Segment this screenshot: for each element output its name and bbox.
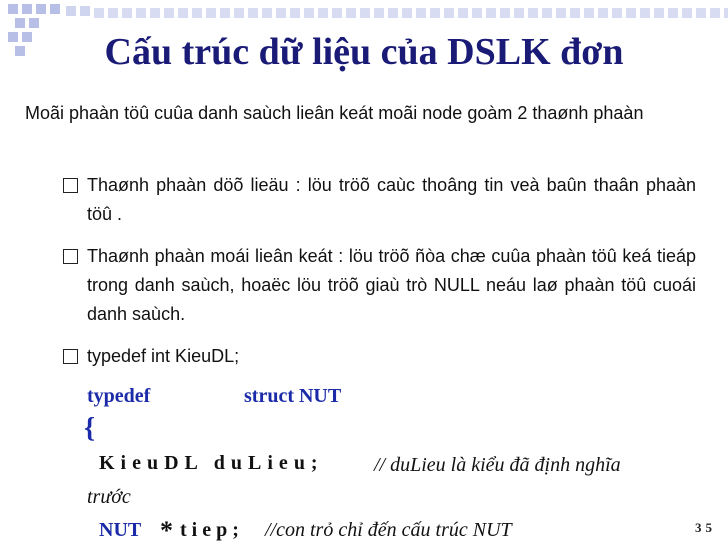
bullet-box-icon: [63, 178, 78, 193]
bullet-item: typedef int KieuDL;: [63, 342, 696, 371]
code-type-nut: NUT: [99, 519, 142, 541]
code-comment-tiep: //con trỏ chỉ đến cấu trúc NUT: [265, 519, 512, 541]
bullet-item: Thaønh phaàn moái lieân keát : löu tröõ …: [63, 242, 696, 329]
bullet-text: Thaønh phaàn moái lieân keát : löu tröõ …: [87, 246, 696, 324]
code-open-brace: {: [84, 413, 96, 444]
code-struct: struct NUT: [244, 385, 342, 407]
code-comment-dulieu-cont: trước: [87, 486, 131, 508]
code-comment-dulieu: // duLieu là kiểu đã định nghĩa: [374, 454, 621, 476]
code-declaration-dulieu: KieuDL duLieu;: [99, 452, 324, 474]
slide-title: Cấu trúc dữ liệu của DSLK đơn: [104, 31, 624, 73]
bullet-text: typedef int KieuDL;: [87, 346, 240, 366]
bullet-text: Thaønh phaàn döõ lieäu : löu tröõ caùc t…: [87, 175, 696, 224]
code-typedef: typedef: [87, 385, 151, 407]
bullet-box-icon: [63, 249, 78, 264]
page-number: 35: [695, 520, 716, 535]
bullet-item: Thaønh phaàn döõ lieäu : löu tröõ caùc t…: [63, 171, 696, 229]
code-pointer-star: *: [160, 516, 173, 545]
intro-paragraph: Moãi phaàn töû cuûa danh saùch lieân keá…: [25, 103, 644, 123]
code-declaration-tiep: tiep;: [180, 519, 244, 541]
bullet-box-icon: [63, 349, 78, 364]
